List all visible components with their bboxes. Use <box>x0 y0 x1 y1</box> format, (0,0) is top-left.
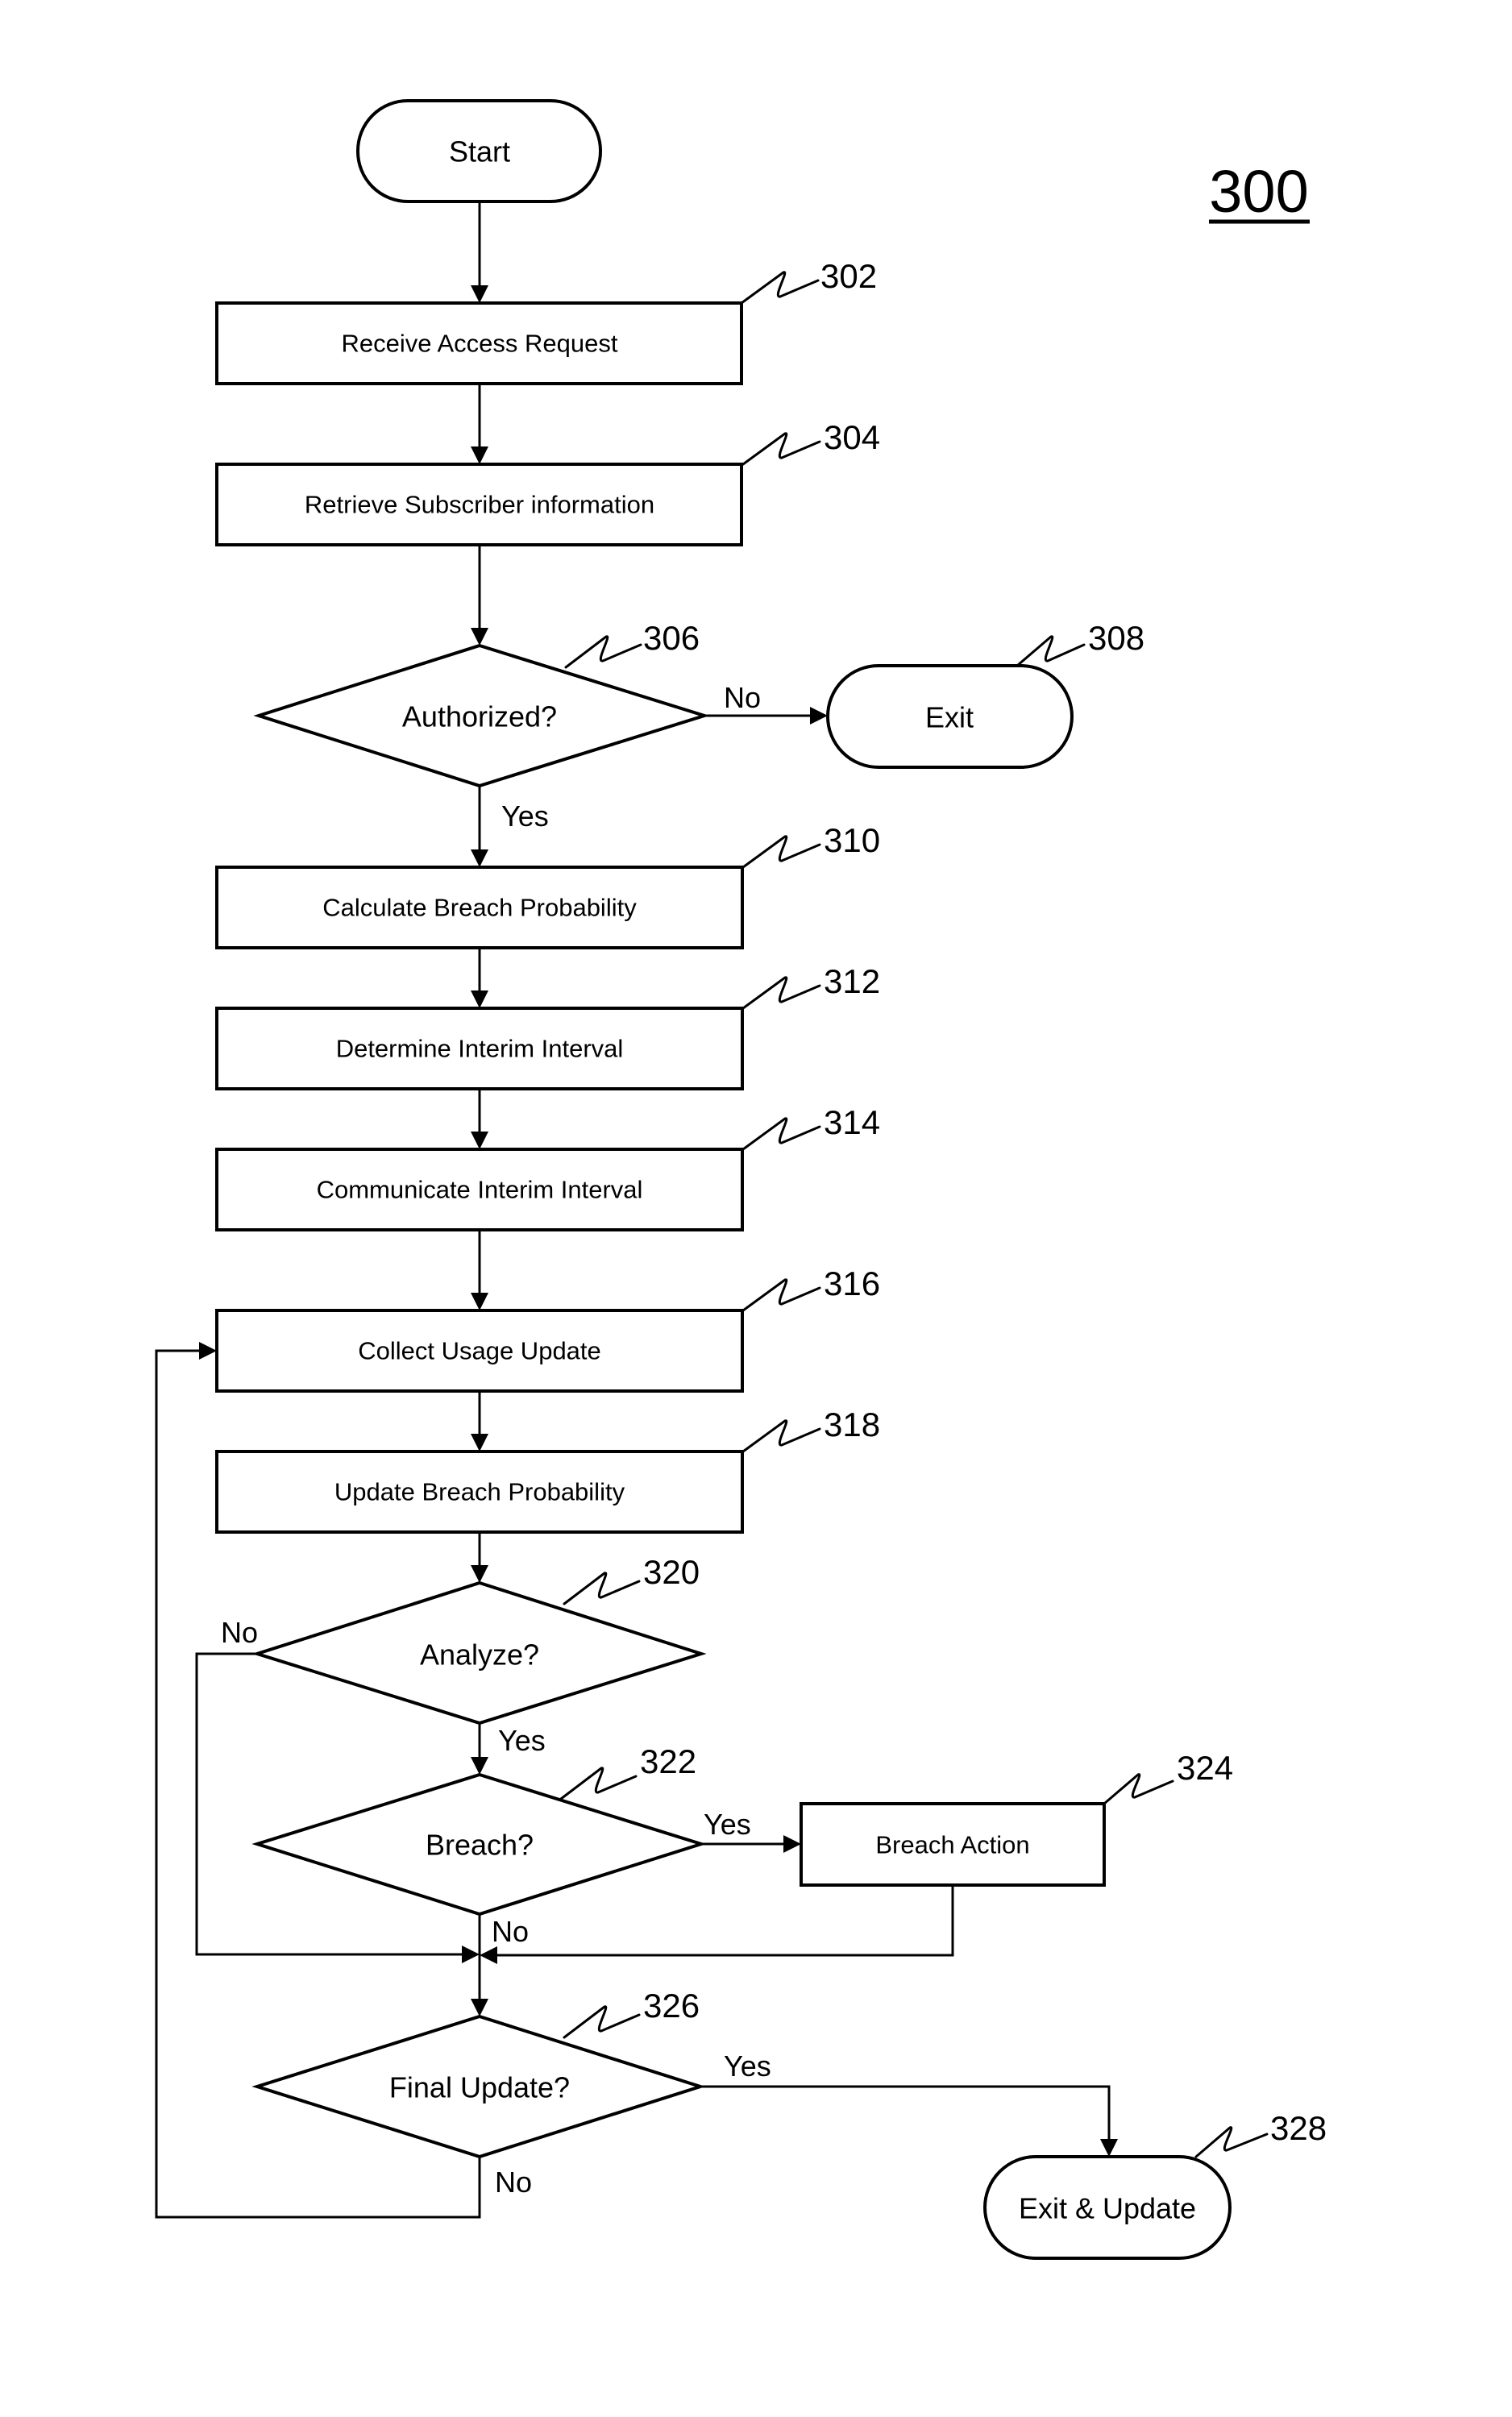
arrowhead-icon <box>471 1293 488 1310</box>
edge-label-322-yes: Yes <box>704 1808 751 1841</box>
node-304: Retrieve Subscriber information 304 <box>215 418 880 546</box>
reference-leader-icon <box>741 1117 821 1151</box>
node-302-label: Receive Access Request <box>342 330 618 358</box>
node-318-ref: 318 <box>824 1406 880 1443</box>
reference-leader-icon <box>564 635 642 669</box>
node-302-ref: 302 <box>820 257 877 295</box>
node-308-label: Exit <box>925 701 974 734</box>
arrowhead-icon <box>471 1565 488 1583</box>
node-312: Determine Interim Interval 312 <box>215 962 880 1090</box>
edge-label-320-no: No <box>221 1616 258 1649</box>
arrowhead-icon <box>783 1835 801 1853</box>
edge-label-306-yes: Yes <box>501 799 549 833</box>
reference-leader-icon <box>563 1572 641 1605</box>
arrowhead-icon <box>471 990 488 1008</box>
edge-label-306-no: No <box>724 681 761 714</box>
arrowhead-icon <box>471 849 488 867</box>
arrowhead-icon <box>471 628 488 646</box>
node-318: Update Breach Probability 318 <box>215 1406 880 1534</box>
node-326-ref: 326 <box>643 1987 700 2025</box>
arrowhead-icon <box>199 1342 217 1360</box>
node-304-label: Retrieve Subscriber information <box>305 491 654 519</box>
node-320-ref: 320 <box>643 1553 700 1591</box>
node-322-ref: 322 <box>640 1742 696 1780</box>
node-310: Calculate Breach Probability 310 <box>215 821 880 949</box>
node-314-ref: 314 <box>824 1103 880 1141</box>
node-308-ref: 308 <box>1088 619 1144 657</box>
node-324-label: Breach Action <box>875 1831 1029 1859</box>
edge-label-322-no: No <box>492 1915 529 1948</box>
node-322-label: Breach? <box>426 1829 534 1862</box>
node-310-ref: 310 <box>824 821 880 859</box>
arrowhead-icon <box>480 1946 497 1964</box>
node-308: Exit 308 <box>826 619 1144 769</box>
edge-label-320-yes: Yes <box>498 1724 546 1757</box>
edge-label-326-yes: Yes <box>724 2049 771 2083</box>
node-318-label: Update Breach Probability <box>334 1478 625 1506</box>
reference-leader-icon <box>741 976 821 1010</box>
reference-leader-icon <box>741 432 821 466</box>
arrowhead-icon <box>471 1132 488 1149</box>
arrowhead-icon <box>462 1946 480 1963</box>
edge-326-328 <box>700 2085 1111 2141</box>
node-310-label: Calculate Breach Probability <box>322 894 637 922</box>
reference-leader-icon <box>563 2005 641 2039</box>
arrowhead-icon <box>471 1999 488 2016</box>
node-324-ref: 324 <box>1177 1749 1233 1787</box>
figure-number: 300 <box>1209 158 1308 225</box>
arrowhead-icon <box>1100 2139 1118 2157</box>
node-312-ref: 312 <box>824 962 880 1000</box>
reference-leader-icon <box>559 1767 638 1800</box>
node-316-ref: 316 <box>824 1265 880 1302</box>
arrowhead-icon <box>810 707 828 725</box>
arrowhead-icon <box>471 1757 488 1775</box>
node-320-label: Analyze? <box>420 1638 539 1672</box>
node-316-label: Collect Usage Update <box>358 1337 601 1365</box>
arrowhead-icon <box>471 285 488 303</box>
start-label: Start <box>449 135 510 168</box>
reference-leader-icon <box>741 1278 821 1312</box>
node-306-label: Authorized? <box>402 700 557 733</box>
node-326-label: Final Update? <box>389 2071 570 2104</box>
reference-leader-icon <box>1016 635 1086 667</box>
reference-leader-icon <box>1194 2126 1269 2158</box>
arrowhead-icon <box>471 1434 488 1451</box>
node-328-label: Exit & Update <box>1019 2192 1196 2225</box>
node-302: Receive Access Request 302 <box>215 257 877 385</box>
node-324: Breach Action 324 <box>800 1749 1233 1887</box>
node-316: Collect Usage Update 316 <box>215 1265 880 1393</box>
node-306: Authorized? 306 <box>253 619 710 788</box>
reference-leader-icon <box>1103 1773 1174 1805</box>
node-start: Start <box>356 99 602 203</box>
node-314-label: Communicate Interim Interval <box>317 1176 643 1204</box>
reference-leader-icon <box>740 271 820 305</box>
node-328-ref: 328 <box>1270 2109 1327 2147</box>
reference-leader-icon <box>741 1419 821 1453</box>
figure-label: 300 <box>1209 158 1310 225</box>
node-304-ref: 304 <box>824 418 880 456</box>
flowchart-300: 300 No Yes No Yes Yes No Yes No Start Re… <box>155 99 1327 2260</box>
node-312-label: Determine Interim Interval <box>336 1035 624 1063</box>
arrowhead-icon <box>471 446 488 464</box>
reference-leader-icon <box>741 835 821 869</box>
edge-label-326-no: No <box>495 2166 532 2199</box>
node-306-ref: 306 <box>643 619 700 657</box>
node-314: Communicate Interim Interval 314 <box>215 1103 880 1231</box>
node-328: Exit & Update 328 <box>983 2109 1327 2260</box>
edge-324-merge <box>496 1885 954 1957</box>
